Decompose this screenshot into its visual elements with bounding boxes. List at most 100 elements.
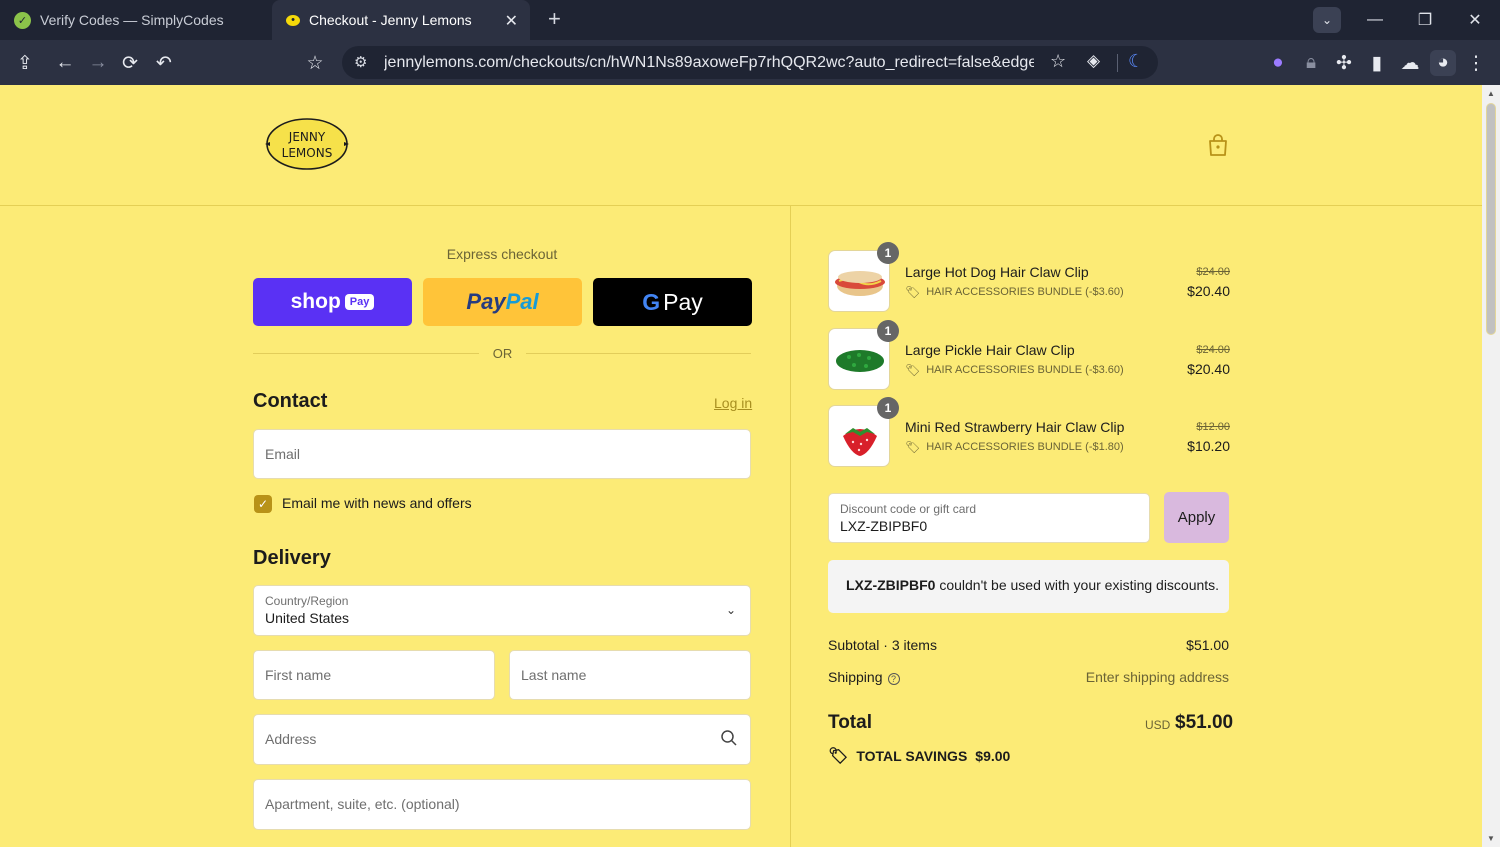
item-original-price: $24.00: [1196, 266, 1230, 278]
last-name-field[interactable]: Last name: [509, 650, 751, 700]
google-pay-button[interactable]: G Pay: [593, 278, 752, 326]
email-field[interactable]: Email: [253, 429, 751, 479]
bookmark-page-icon[interactable]: ☆: [1050, 51, 1066, 72]
column-divider: [790, 206, 791, 847]
apartment-field[interactable]: Apartment, suite, etc. (optional): [253, 779, 751, 830]
upload-icon[interactable]: ⇪: [12, 50, 38, 76]
tab-search-icon[interactable]: ⌄: [1313, 7, 1341, 33]
savings-label: TOTAL SAVINGS: [856, 748, 968, 764]
item-discount: 🏷︎ HAIR ACCESSORIES BUNDLE (-$1.80): [905, 440, 1124, 454]
cloud-upload-icon[interactable]: ☁: [1397, 50, 1423, 76]
last-name-placeholder: Last name: [521, 667, 587, 683]
apartment-placeholder: Apartment, suite, etc. (optional): [265, 796, 460, 812]
shop-pay-button[interactable]: shop Pay: [253, 278, 412, 326]
item-price: $20.40: [1187, 361, 1230, 377]
checkout-page: JENNY LEMONS Express checkout shop Pay P…: [0, 85, 1482, 847]
scrollbar-thumb[interactable]: [1486, 103, 1496, 335]
cart-item: 1 Large Hot Dog Hair Claw Clip 🏷︎ HAIR AC…: [828, 242, 1230, 312]
total-savings: 🏷︎ TOTAL SAVINGS $9.00: [828, 746, 1010, 766]
express-checkout-label: Express checkout: [446, 246, 558, 262]
error-text: couldn't be used with your existing disc…: [935, 577, 1220, 593]
jenny-lemons-logo[interactable]: JENNY LEMONS: [262, 114, 352, 174]
minimize-icon[interactable]: —: [1350, 0, 1400, 40]
gpay-label: Pay: [663, 288, 703, 315]
country-select[interactable]: Country/Region United States ⌄: [253, 585, 751, 636]
shipping-row: Shipping? Enter shipping address: [828, 669, 1229, 685]
bookmark-star-icon[interactable]: ☆: [302, 50, 328, 76]
quantity-badge: 1: [877, 397, 899, 419]
lemon-favicon-icon: •: [286, 14, 300, 26]
lock-extension-icon[interactable]: 🔒︎: [1298, 50, 1324, 76]
country-value: United States: [265, 610, 350, 626]
country-label: Country/Region: [265, 594, 349, 608]
page-scrollbar[interactable]: ▲ ▼: [1482, 85, 1500, 847]
or-divider-left: [253, 353, 479, 354]
browser-tab-strip: ✓ Verify Codes — SimplyCodes • Checkout …: [0, 0, 1500, 40]
total-currency: USD: [1145, 718, 1171, 732]
menu-kebab-icon[interactable]: ⋮: [1463, 50, 1489, 76]
log-in-link[interactable]: Log in: [714, 395, 752, 411]
subtotal-value: $51.00: [1186, 637, 1229, 653]
address-bar[interactable]: ⚙ jennylemons.com/checkouts/cn/hWN1Ns89a…: [342, 46, 1158, 79]
new-tab-icon[interactable]: +: [548, 8, 561, 30]
scroll-down-arrow-icon[interactable]: ▼: [1487, 834, 1495, 843]
shop-pay-wordmark: shop: [290, 290, 341, 313]
tag-icon: 🏷︎: [905, 363, 921, 377]
chevron-down-icon: ⌄: [725, 603, 736, 617]
profile-avatar-icon[interactable]: ◕: [1430, 50, 1456, 76]
item-name: Mini Red Strawberry Hair Claw Clip: [905, 419, 1125, 435]
item-discount: 🏷︎ HAIR ACCESSORIES BUNDLE (-$3.60): [905, 363, 1124, 377]
newsletter-label[interactable]: Email me with news and offers: [282, 495, 472, 511]
search-icon: [721, 730, 737, 746]
extension-layers-icon[interactable]: ◈: [1087, 51, 1100, 71]
extension-purple-icon[interactable]: ●: [1265, 50, 1291, 76]
paypal-button[interactable]: Pay Pal: [423, 278, 582, 326]
discount-error-message: LXZ-ZBIPBF0 couldn't be used with your e…: [828, 560, 1229, 613]
close-window-icon[interactable]: ✕: [1450, 0, 1500, 40]
apply-discount-button[interactable]: Apply: [1164, 492, 1229, 543]
logo-line-1: JENNY: [288, 130, 326, 144]
cart-item: 1 Mini Red Strawberry Hair Claw Clip 🏷︎ H…: [828, 397, 1230, 467]
header-divider: [0, 205, 1482, 206]
tab-jenny-lemons[interactable]: • Checkout - Jenny Lemons ✕: [272, 0, 530, 40]
discount-value: LXZ-ZBIPBF0: [840, 518, 928, 534]
cart-item: 1 Large Pickle Hair Claw Clip 🏷︎ HAIR ACC…: [828, 320, 1230, 390]
tag-icon: 🏷︎: [905, 285, 921, 299]
simplycodes-favicon-icon: ✓: [14, 11, 31, 29]
forward-icon[interactable]: →: [85, 50, 111, 76]
address-placeholder: Address: [265, 731, 317, 747]
close-tab-icon[interactable]: ✕: [505, 11, 518, 31]
item-name: Large Hot Dog Hair Claw Clip: [905, 264, 1089, 280]
item-original-price: $24.00: [1196, 344, 1230, 356]
help-circle-icon[interactable]: ?: [887, 673, 900, 685]
dark-mode-moon-icon[interactable]: ☾: [1128, 51, 1144, 72]
item-price: $10.20: [1187, 438, 1230, 454]
undo-icon[interactable]: ↶: [151, 50, 177, 76]
address-field[interactable]: Address: [253, 714, 751, 765]
url-text[interactable]: jennylemons.com/checkouts/cn/hWN1Ns89axo…: [384, 54, 1034, 72]
reload-icon[interactable]: ⟳: [117, 50, 143, 76]
back-icon[interactable]: ←: [52, 50, 78, 76]
quantity-badge: 1: [877, 242, 899, 264]
extensions-puzzle-icon[interactable]: ✣: [1331, 50, 1357, 76]
first-name-field[interactable]: First name: [253, 650, 495, 700]
paypal-wordmark-part2: Pal: [505, 289, 539, 314]
shopping-bag-icon[interactable]: [1207, 133, 1229, 157]
scroll-up-arrow-icon[interactable]: ▲: [1487, 89, 1495, 98]
restore-icon[interactable]: ❐: [1400, 0, 1450, 40]
contact-heading: Contact: [253, 390, 328, 412]
discount-code-field[interactable]: Discount code or gift card LXZ-ZBIPBF0: [828, 493, 1150, 543]
email-placeholder: Email: [265, 446, 301, 462]
site-settings-icon[interactable]: ⚙: [354, 53, 367, 71]
or-label: OR: [492, 346, 513, 361]
side-panel-icon[interactable]: ▮: [1364, 50, 1390, 76]
discount-label: Discount code or gift card: [840, 502, 977, 516]
item-discount-text: HAIR ACCESSORIES BUNDLE (-$3.60): [926, 364, 1124, 376]
item-discount-text: HAIR ACCESSORIES BUNDLE (-$1.80): [926, 441, 1124, 453]
tab-simplycodes[interactable]: ✓ Verify Codes — SimplyCodes: [0, 0, 272, 40]
item-price: $20.40: [1187, 283, 1230, 299]
item-discount: 🏷︎ HAIR ACCESSORIES BUNDLE (-$3.60): [905, 285, 1124, 299]
newsletter-checkbox[interactable]: ✓: [254, 495, 272, 513]
total-label: Total: [828, 712, 872, 733]
delivery-heading: Delivery: [253, 547, 331, 569]
